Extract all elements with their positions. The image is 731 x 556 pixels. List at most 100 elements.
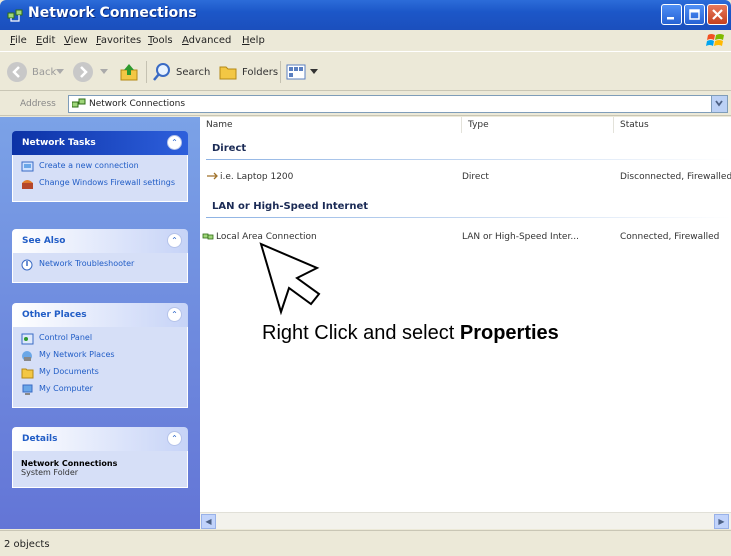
scroll-track[interactable] xyxy=(217,514,714,529)
title-bar[interactable]: Network Connections xyxy=(0,0,731,30)
menu-view[interactable]: View xyxy=(64,35,88,46)
maximize-button[interactable] xyxy=(684,4,705,25)
back-dropdown[interactable] xyxy=(56,61,64,83)
toolbar-separator xyxy=(146,61,147,83)
toolbar: Back Search Folders xyxy=(0,53,731,91)
address-bar: Address Network Connections xyxy=(0,92,731,116)
details-subtitle: System Folder xyxy=(21,468,79,477)
back-arrow-icon xyxy=(7,62,27,82)
other-places-panel: Other Places ⌃ Control Panel My Network … xyxy=(12,303,188,408)
other-places-header[interactable]: Other Places ⌃ xyxy=(12,303,188,327)
my-documents-icon xyxy=(21,368,34,379)
status-bar: 2 objects xyxy=(0,530,731,556)
search-label: Search xyxy=(176,66,211,78)
menu-bar: File Edit View Favorites Tools Advanced … xyxy=(0,30,731,52)
network-tasks-header[interactable]: Network Tasks ⌃ xyxy=(12,131,188,155)
task-network-troubleshooter[interactable]: Network Troubleshooter xyxy=(21,259,179,271)
connection-name-cell[interactable]: Local Area Connection xyxy=(202,232,452,242)
scroll-left-button[interactable]: ◀ xyxy=(201,514,216,529)
place-my-computer[interactable]: My Computer xyxy=(21,384,179,396)
toolbar-separator xyxy=(280,61,281,83)
column-header-status[interactable]: Status xyxy=(614,117,731,133)
collapse-icon[interactable]: ⌃ xyxy=(167,233,182,248)
horizontal-scrollbar[interactable]: ◀ ▶ xyxy=(200,512,731,529)
network-connections-window: Network Connections File Edit View Favor… xyxy=(0,0,731,556)
control-panel-icon xyxy=(21,333,34,345)
see-also-title: See Also xyxy=(22,236,66,246)
task-create-connection[interactable]: Create a new connection xyxy=(21,161,179,173)
details-header[interactable]: Details ⌃ xyxy=(12,427,188,451)
menu-advanced[interactable]: Advanced xyxy=(182,35,231,46)
instruction-text: Right Click and select Properties xyxy=(262,322,559,345)
search-button[interactable]: Search xyxy=(152,61,210,83)
up-folder-button[interactable] xyxy=(118,61,140,83)
instruction-prefix: Right Click and select xyxy=(262,322,460,344)
group-divider xyxy=(206,159,731,160)
status-text: 2 objects xyxy=(4,539,50,550)
connection-status: Disconnected, Firewalled xyxy=(620,172,731,182)
see-also-header[interactable]: See Also ⌃ xyxy=(12,229,188,253)
network-tasks-title: Network Tasks xyxy=(22,138,96,148)
connection-name: i.e. Laptop 1200 xyxy=(220,172,294,182)
network-tasks-panel: Network Tasks ⌃ Create a new connection … xyxy=(12,131,188,202)
details-title: Details xyxy=(22,434,58,444)
connection-type: Direct xyxy=(462,172,489,182)
place-my-network-places[interactable]: My Network Places xyxy=(21,350,179,362)
address-value: Network Connections xyxy=(89,99,186,109)
menu-help[interactable]: Help xyxy=(242,35,265,46)
place-my-network-places-label: My Network Places xyxy=(39,350,115,359)
views-button[interactable] xyxy=(286,61,318,83)
address-dropdown-button[interactable] xyxy=(711,96,727,112)
views-icon xyxy=(286,64,306,80)
network-connections-icon xyxy=(7,9,23,22)
mouse-pointer-icon xyxy=(259,242,321,316)
forward-arrow-icon xyxy=(73,62,93,82)
see-also-body: Network Troubleshooter xyxy=(12,253,188,283)
task-create-connection-label: Create a new connection xyxy=(39,161,139,170)
details-body: Network Connections System Folder xyxy=(12,451,188,488)
address-field[interactable]: Network Connections xyxy=(68,95,728,113)
instruction-emphasis: Properties xyxy=(459,322,559,344)
menu-edit[interactable]: Edit xyxy=(36,35,55,46)
menu-favorites[interactable]: Favorites xyxy=(96,35,141,46)
collapse-icon[interactable]: ⌃ xyxy=(167,135,182,150)
chevron-down-icon xyxy=(715,100,723,107)
my-computer-icon xyxy=(22,384,33,395)
address-label: Address xyxy=(20,99,56,109)
up-folder-icon xyxy=(120,64,138,81)
connection-type: LAN or High-Speed Inter... xyxy=(462,232,579,242)
back-button[interactable]: Back xyxy=(6,61,56,83)
window-title: Network Connections xyxy=(28,5,197,21)
details-panel: Details ⌃ Network Connections System Fol… xyxy=(12,427,188,488)
network-tasks-body: Create a new connection Change Windows F… xyxy=(12,155,188,202)
group-title-lan: LAN or High-Speed Internet xyxy=(212,201,369,212)
column-header-type[interactable]: Type xyxy=(462,117,614,133)
direct-connection-icon xyxy=(207,172,218,180)
other-places-body: Control Panel My Network Places My Docum… xyxy=(12,327,188,408)
task-network-troubleshooter-label: Network Troubleshooter xyxy=(39,259,135,268)
connection-name-cell[interactable]: i.e. Laptop 1200 xyxy=(206,172,456,182)
minimize-icon xyxy=(667,17,674,20)
network-connections-icon xyxy=(72,98,86,108)
place-my-documents[interactable]: My Documents xyxy=(21,367,179,379)
task-change-firewall[interactable]: Change Windows Firewall settings xyxy=(21,178,179,190)
connection-status: Connected, Firewalled xyxy=(620,232,720,242)
folders-button[interactable]: Folders xyxy=(218,61,278,83)
collapse-icon[interactable]: ⌃ xyxy=(167,431,182,446)
minimize-button[interactable] xyxy=(661,4,682,25)
forward-button[interactable] xyxy=(72,61,94,83)
place-control-panel[interactable]: Control Panel xyxy=(21,333,179,345)
maximize-icon xyxy=(689,9,700,20)
collapse-icon[interactable]: ⌃ xyxy=(167,307,182,322)
forward-dropdown[interactable] xyxy=(100,61,108,83)
menu-tools[interactable]: Tools xyxy=(148,35,173,46)
windows-logo-icon xyxy=(706,34,724,46)
chevron-down-icon xyxy=(56,69,64,74)
scroll-right-button[interactable]: ▶ xyxy=(714,514,729,529)
column-header-name[interactable]: Name xyxy=(200,117,462,133)
task-change-firewall-label: Change Windows Firewall settings xyxy=(39,178,176,187)
folders-label: Folders xyxy=(242,66,279,78)
close-button[interactable] xyxy=(707,4,728,25)
menu-file[interactable]: File xyxy=(10,35,27,46)
chevron-down-icon xyxy=(100,69,108,74)
